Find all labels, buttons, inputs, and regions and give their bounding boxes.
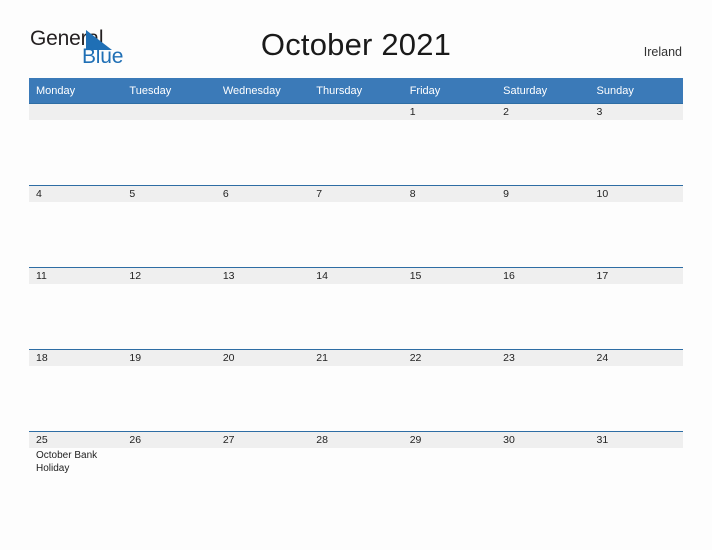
page-header: General Blue October 2021 Ireland [0,0,712,76]
day-number: 6 [215,186,310,202]
calendar-day-cell[interactable]: 9 [496,185,590,268]
calendar-day-cell[interactable]: 12 [122,267,216,350]
page-title: October 2021 [260,27,452,62]
calendar-day-cell[interactable]: 7 [309,185,403,268]
calendar-day-cell[interactable] [309,103,403,186]
calendar-day-cell[interactable]: 6 [215,185,310,268]
calendar-day-cell[interactable]: 18 [29,349,123,432]
calendar-day-cell[interactable]: 26 [122,431,216,513]
day-number: 27 [215,432,310,448]
calendar-day-cell[interactable]: 29 [402,431,497,513]
calendar-day-cell[interactable]: 10 [589,185,683,268]
day-number: 25 [29,432,123,448]
calendar-day-cell[interactable]: 15 [402,267,497,350]
calendar-table: Monday Tuesday Wednesday Thursday Friday… [29,78,683,513]
day-number: 16 [496,268,590,284]
calendar-day-cell[interactable]: 13 [215,267,310,350]
day-number: 13 [215,268,310,284]
day-number: 4 [29,186,123,202]
day-number: 8 [402,186,497,202]
day-events: October Bank Holiday [29,448,122,475]
calendar-day-cell[interactable]: 31 [589,431,683,513]
calendar-day-cell[interactable]: 3 [589,103,683,186]
calendar-day-cell[interactable]: 22 [402,349,497,432]
calendar-week-row: 123 [29,103,683,186]
weekday-header-wednesday: Wednesday [215,78,310,104]
calendar-day-cell[interactable]: 27 [215,431,310,513]
country-label: Ireland [643,45,682,59]
day-number [215,104,310,120]
calendar-day-cell[interactable]: 5 [122,185,216,268]
day-number: 24 [589,350,683,366]
calendar-body: 1 2 3 4 5 6 7 8 9 10 11 12 13 14 15 16 17 18 19 20 21 22 23 24 2… [29,103,683,513]
day-number: 29 [402,432,497,448]
calendar-header-row: Monday Tuesday Wednesday Thursday Friday… [29,78,683,104]
calendar-day-cell[interactable]: 25 October Bank Holiday [29,431,123,513]
day-number: 21 [309,350,403,366]
calendar-week-row: 18 19 20 21 22 23 24 [29,349,683,432]
day-number: 5 [122,186,216,202]
day-number: 14 [309,268,403,284]
day-number: 12 [122,268,216,284]
day-number: 22 [402,350,497,366]
event-label: October Bank Holiday [36,450,98,474]
day-number: 26 [122,432,216,448]
calendar-day-cell[interactable]: 17 [589,267,683,350]
day-number: 3 [589,104,683,120]
day-number: 19 [122,350,216,366]
day-number [122,104,216,120]
calendar-day-cell[interactable]: 16 [496,267,590,350]
calendar-day-cell[interactable]: 2 [496,103,590,186]
weekday-header-tuesday: Tuesday [122,78,216,104]
calendar-day-cell[interactable]: 24 [589,349,683,432]
day-number: 11 [29,268,123,284]
calendar-day-cell[interactable] [215,103,310,186]
calendar-day-cell[interactable]: 1 [402,103,497,186]
day-number: 28 [309,432,403,448]
weekday-header-sunday: Sunday [589,78,683,104]
day-number [29,104,123,120]
day-number: 31 [589,432,683,448]
day-number: 9 [496,186,590,202]
day-number: 2 [496,104,590,120]
calendar-week-row: 11 12 13 14 15 16 17 [29,267,683,350]
day-number: 20 [215,350,310,366]
weekday-header-saturday: Saturday [496,78,590,104]
calendar-day-cell[interactable] [29,103,123,186]
day-number: 7 [309,186,403,202]
day-number: 1 [402,104,497,120]
calendar-day-cell[interactable]: 20 [215,349,310,432]
calendar-container: Monday Tuesday Wednesday Thursday Friday… [29,78,683,513]
calendar-day-cell[interactable] [122,103,216,186]
calendar-day-cell[interactable]: 28 [309,431,403,513]
calendar-day-cell[interactable]: 8 [402,185,497,268]
day-number: 17 [589,268,683,284]
weekday-header-monday: Monday [29,78,123,104]
day-number: 18 [29,350,123,366]
weekday-header-thursday: Thursday [309,78,403,104]
day-number: 23 [496,350,590,366]
calendar-day-cell[interactable]: 14 [309,267,403,350]
calendar-day-cell[interactable]: 30 [496,431,590,513]
calendar-day-cell[interactable]: 21 [309,349,403,432]
day-number: 10 [589,186,683,202]
calendar-day-cell[interactable]: 19 [122,349,216,432]
calendar-day-cell[interactable]: 4 [29,185,123,268]
day-number: 15 [402,268,497,284]
day-number: 30 [496,432,590,448]
calendar-week-row: 25 October Bank Holiday 26 27 28 29 30 31 [29,431,683,513]
calendar-day-cell[interactable]: 23 [496,349,590,432]
day-number [309,104,403,120]
weekday-header-friday: Friday [402,78,497,104]
calendar-week-row: 4 5 6 7 8 9 10 [29,185,683,268]
calendar-day-cell[interactable]: 11 [29,267,123,350]
